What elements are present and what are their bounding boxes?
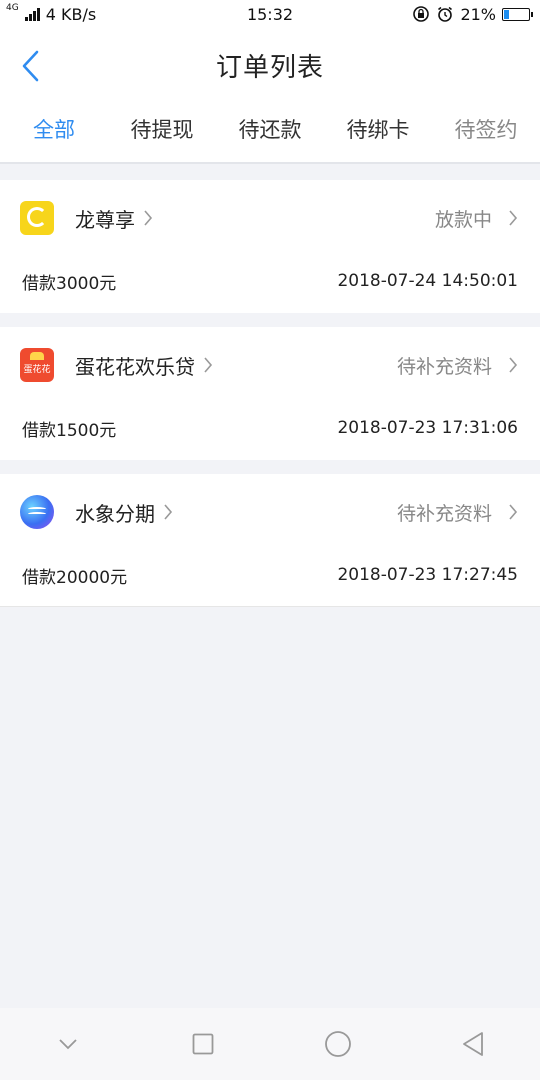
square-icon [192, 1033, 213, 1055]
recents-button[interactable] [183, 1024, 223, 1064]
shuixiang-logo-icon [20, 495, 54, 529]
chevron-right-icon [204, 357, 213, 373]
battery-level [504, 9, 510, 19]
order-card[interactable]: 龙尊享 放款中 借款3000元 2018-07-24 14:50:01 [0, 180, 540, 313]
tab-pending-repay[interactable]: 待还款 [216, 102, 324, 162]
circle-icon [324, 1031, 351, 1057]
chevron-right-icon [509, 504, 518, 520]
rotation-lock-icon [413, 6, 430, 22]
tab-pending-bind-card[interactable]: 待绑卡 [324, 102, 432, 162]
back-button[interactable] [453, 1024, 493, 1064]
danhuahua-logo-icon: 蛋花花 [20, 348, 54, 382]
product-name: 龙尊享 [75, 207, 135, 232]
page-title: 订单列表 [215, 52, 324, 83]
order-status-label: 待补充资料 [396, 502, 492, 525]
signal-icon [24, 7, 40, 21]
network-speed: 4 KB/s [45, 4, 97, 24]
order-datetime: 2018-07-23 17:27:45 [337, 565, 518, 585]
triangle-back-icon [462, 1032, 483, 1056]
dragon-logo-icon [20, 201, 54, 235]
hide-nav-button[interactable] [48, 1024, 88, 1064]
loan-info-row: 借款20000元 2018-07-23 17:27:45 [22, 562, 518, 588]
tab-pending-withdraw[interactable]: 待提现 [108, 102, 216, 162]
header: 订单列表 [0, 28, 540, 102]
alarm-icon [438, 6, 453, 22]
loan-amount: 借款20000元 [22, 567, 128, 588]
product-name: 蛋花花欢乐贷 [75, 354, 195, 379]
loan-info-row: 借款1500元 2018-07-23 17:31:06 [22, 415, 518, 441]
home-button[interactable] [318, 1024, 358, 1064]
logo-text: 蛋花花 [23, 365, 51, 375]
product-row: 龙尊享 放款中 [20, 200, 518, 236]
order-status-label: 待补充资料 [396, 355, 492, 378]
system-navigation-bar [0, 1008, 540, 1080]
order-datetime: 2018-07-24 14:50:01 [337, 271, 518, 291]
loan-amount: 借款1500元 [22, 420, 117, 441]
order-filter-tabs: 全部 待提现 待还款 待绑卡 待签约 [0, 102, 540, 164]
network-type: 4G [6, 3, 19, 13]
order-status: 待补充资料 [397, 352, 518, 379]
status-bar: 4G 4 KB/s 15:32 21% [0, 0, 540, 28]
tab-all[interactable]: 全部 [0, 102, 108, 162]
order-list: 龙尊享 放款中 借款3000元 2018-07-24 14:50:01 蛋花花 … [0, 180, 540, 621]
order-card[interactable]: 水象分期 待补充资料 借款20000元 2018-07-23 17:27:45 [0, 474, 540, 607]
product-row: 蛋花花 蛋花花欢乐贷 待补充资料 [20, 347, 518, 383]
battery-icon [502, 7, 533, 21]
loan-amount: 借款3000元 [22, 273, 117, 294]
order-datetime: 2018-07-23 17:31:06 [337, 418, 518, 438]
chevron-right-icon [164, 504, 173, 520]
battery-percent: 21% [460, 4, 496, 24]
tab-pending-sign[interactable]: 待签约 [432, 102, 540, 162]
back-arrow-icon[interactable] [18, 48, 44, 84]
chevron-right-icon [144, 210, 153, 226]
order-status-label: 放款中 [434, 208, 492, 231]
loan-info-row: 借款3000元 2018-07-24 14:50:01 [22, 268, 518, 294]
chevron-down-icon [58, 1039, 77, 1050]
product-row: 水象分期 待补充资料 [20, 494, 518, 530]
product-name: 水象分期 [75, 501, 155, 526]
status-left: 4G 4 KB/s [6, 3, 97, 24]
chevron-right-icon [509, 357, 518, 373]
chevron-right-icon [509, 210, 518, 226]
order-card[interactable]: 蛋花花 蛋花花欢乐贷 待补充资料 借款1500元 2018-07-23 17:3… [0, 327, 540, 460]
order-status: 放款中 [435, 205, 518, 232]
status-right: 21% [412, 4, 533, 24]
order-status: 待补充资料 [397, 499, 518, 526]
